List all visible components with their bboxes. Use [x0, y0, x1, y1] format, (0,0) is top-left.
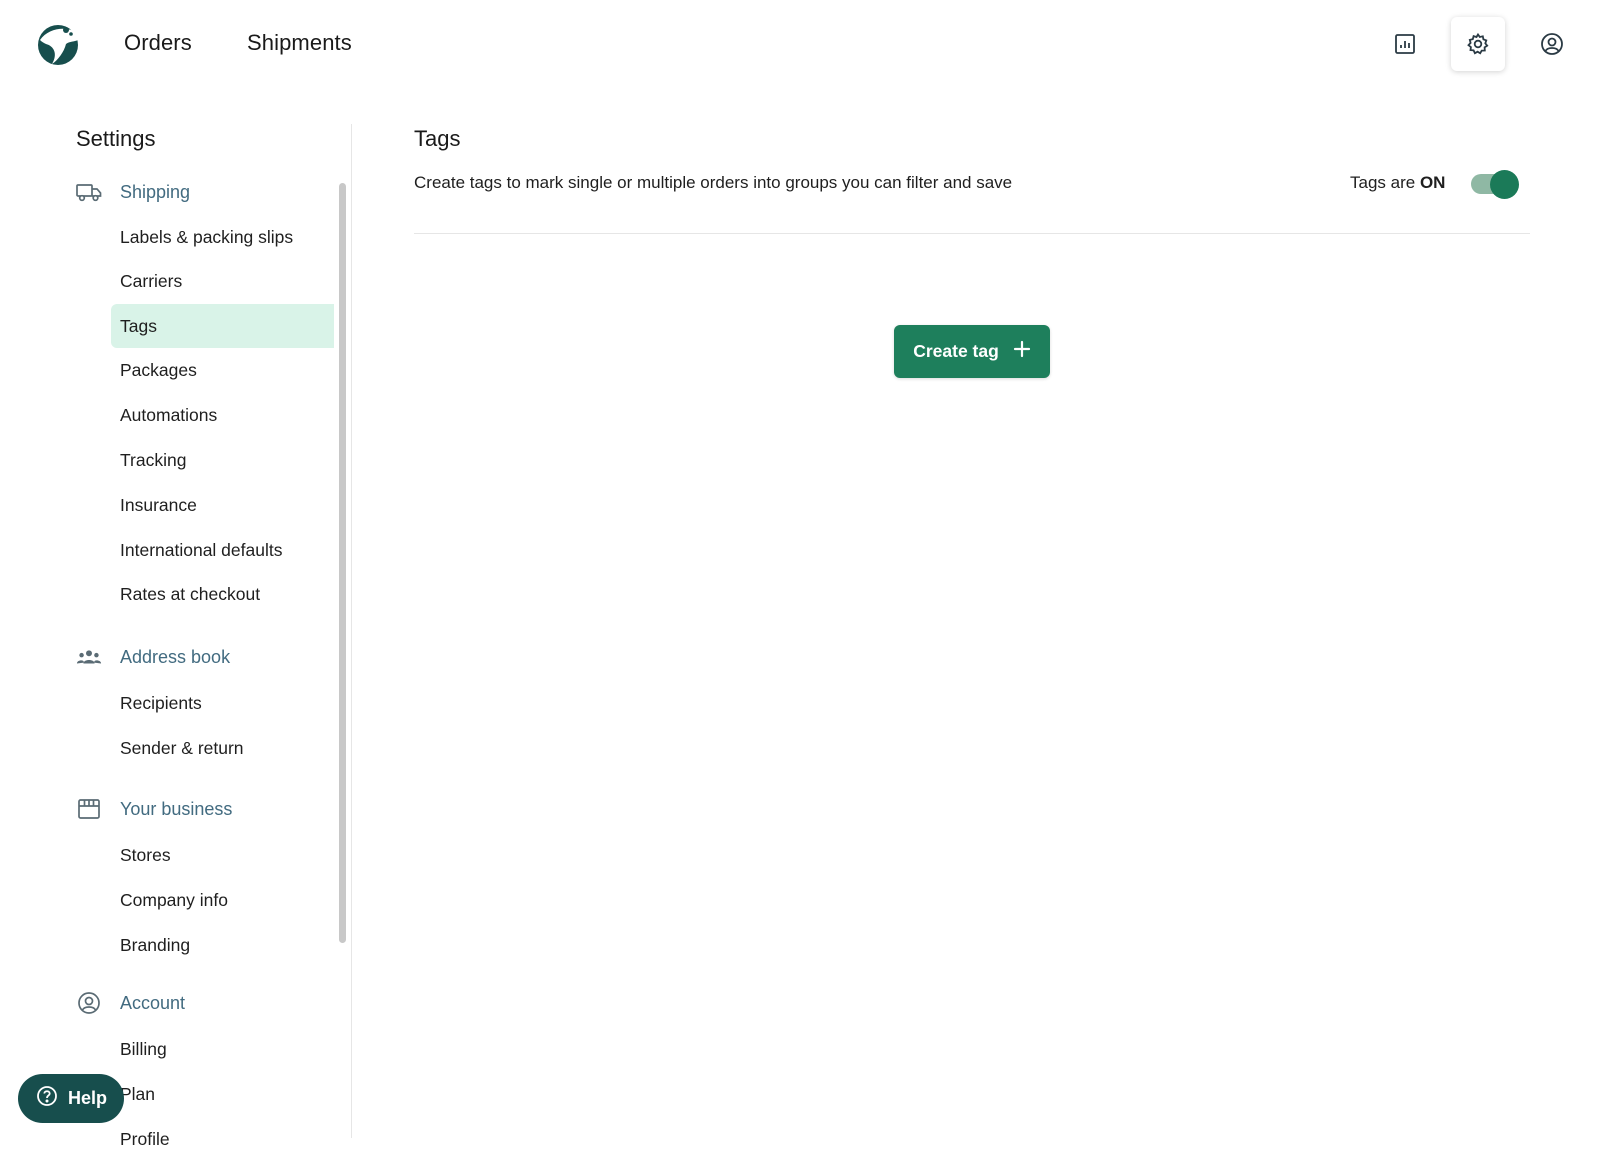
toggle-knob [1490, 170, 1519, 199]
sidebar-item-branding[interactable]: Branding [111, 923, 334, 967]
help-button[interactable]: Help [18, 1074, 124, 1123]
help-label: Help [68, 1088, 108, 1108]
store-icon [76, 796, 102, 822]
sidebar-item-insurance[interactable]: Insurance [111, 483, 334, 527]
reports-icon[interactable] [1378, 17, 1432, 71]
section-account-label: Account [120, 992, 186, 1013]
create-tag-label: Create tag [913, 341, 999, 361]
section-address-book-label: Address book [120, 646, 231, 667]
sidebar-item-carriers[interactable]: Carriers [111, 259, 334, 303]
settings-gear-icon[interactable] [1451, 17, 1505, 71]
sidebar-item-sender-return[interactable]: Sender & return [111, 726, 334, 770]
main-divider [414, 233, 1530, 234]
sidebar-title: Settings [76, 126, 156, 151]
tags-toggle-switch[interactable] [1471, 170, 1519, 199]
sidebar-item-recipients[interactable]: Recipients [111, 681, 334, 725]
sidebar-item-packages[interactable]: Packages [111, 348, 334, 392]
tags-toggle-label: Tags are ON [1350, 173, 1445, 193]
sidebar-item-tags[interactable]: Tags [111, 304, 334, 348]
sidebar-item-international-defaults[interactable]: International defaults [111, 528, 334, 572]
create-tag-button[interactable]: Create tag [894, 325, 1050, 378]
section-address-book[interactable]: Address book [76, 642, 230, 672]
page-title: Tags [414, 126, 461, 151]
truck-icon [76, 179, 102, 205]
sidebar-item-profile[interactable]: Profile [111, 1117, 334, 1161]
people-icon [76, 644, 102, 670]
nav-orders-link[interactable]: Orders [124, 30, 192, 56]
page-description: Create tags to mark single or multiple o… [414, 173, 1013, 192]
sidebar-item-billing[interactable]: Billing [111, 1027, 334, 1071]
sidebar-item-tracking[interactable]: Tracking [111, 438, 334, 482]
nav-shipments-link[interactable]: Shipments [247, 30, 352, 56]
section-shipping-label: Shipping [120, 181, 191, 202]
account-circle-icon [76, 990, 102, 1016]
sidebar-divider [351, 124, 352, 1138]
top-navigation-bar: Orders Shipments [0, 0, 1600, 90]
account-icon[interactable] [1525, 17, 1579, 71]
sidebar-item-labels-packing-slips[interactable]: Labels & packing slips [111, 215, 334, 259]
sidebar-item-rates-at-checkout[interactable]: Rates at checkout [111, 572, 334, 616]
section-your-business[interactable]: Your business [76, 794, 232, 824]
sidebar-item-automations[interactable]: Automations [111, 393, 334, 437]
help-question-icon [36, 1085, 58, 1112]
section-account[interactable]: Account [76, 988, 185, 1018]
sidebar-item-company-info[interactable]: Company info [111, 878, 334, 922]
tags-toggle-state: ON [1419, 173, 1446, 192]
section-your-business-label: Your business [120, 798, 233, 819]
sidebar-item-plan[interactable]: Plan [111, 1072, 334, 1116]
brand-logo-icon[interactable] [36, 22, 82, 66]
section-shipping[interactable]: Shipping [76, 177, 190, 207]
sidebar-item-stores[interactable]: Stores [111, 833, 334, 877]
plus-icon [1013, 340, 1031, 363]
tags-toggle-prefix: Tags are [1350, 173, 1416, 192]
sidebar-scrollbar[interactable] [339, 183, 346, 943]
